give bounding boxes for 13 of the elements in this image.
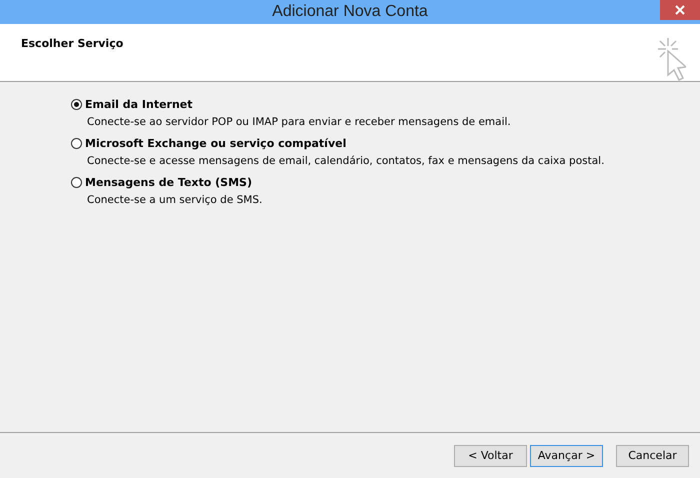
option-description: Conecte-se a um serviço de SMS. <box>87 194 264 206</box>
window-title: Adicionar Nova Conta <box>272 3 428 21</box>
service-radio[interactable]: Email da Internet <box>71 98 700 111</box>
close-button[interactable] <box>660 0 700 20</box>
option-description: Conecte-se ao servidor POP ou IMAP para enviar e receber mensagens de email. <box>87 116 512 128</box>
dialog-button[interactable]: Avançar > <box>530 444 603 466</box>
service-radio[interactable]: Microsoft Exchange ou serviço compatível <box>71 137 700 150</box>
option-description: Conecte-se e acesse mensagens de email, calendário, contatos, fax e mensagens da caixa postal. <box>87 155 606 167</box>
close-icon <box>675 5 685 15</box>
page-heading: Escolher Serviço <box>21 37 124 52</box>
service-radio[interactable]: Mensagens de Texto (SMS) <box>71 176 700 189</box>
dialog-button[interactable]: Cancelar <box>616 444 689 466</box>
dialog-button[interactable]: < Voltar <box>454 444 527 466</box>
